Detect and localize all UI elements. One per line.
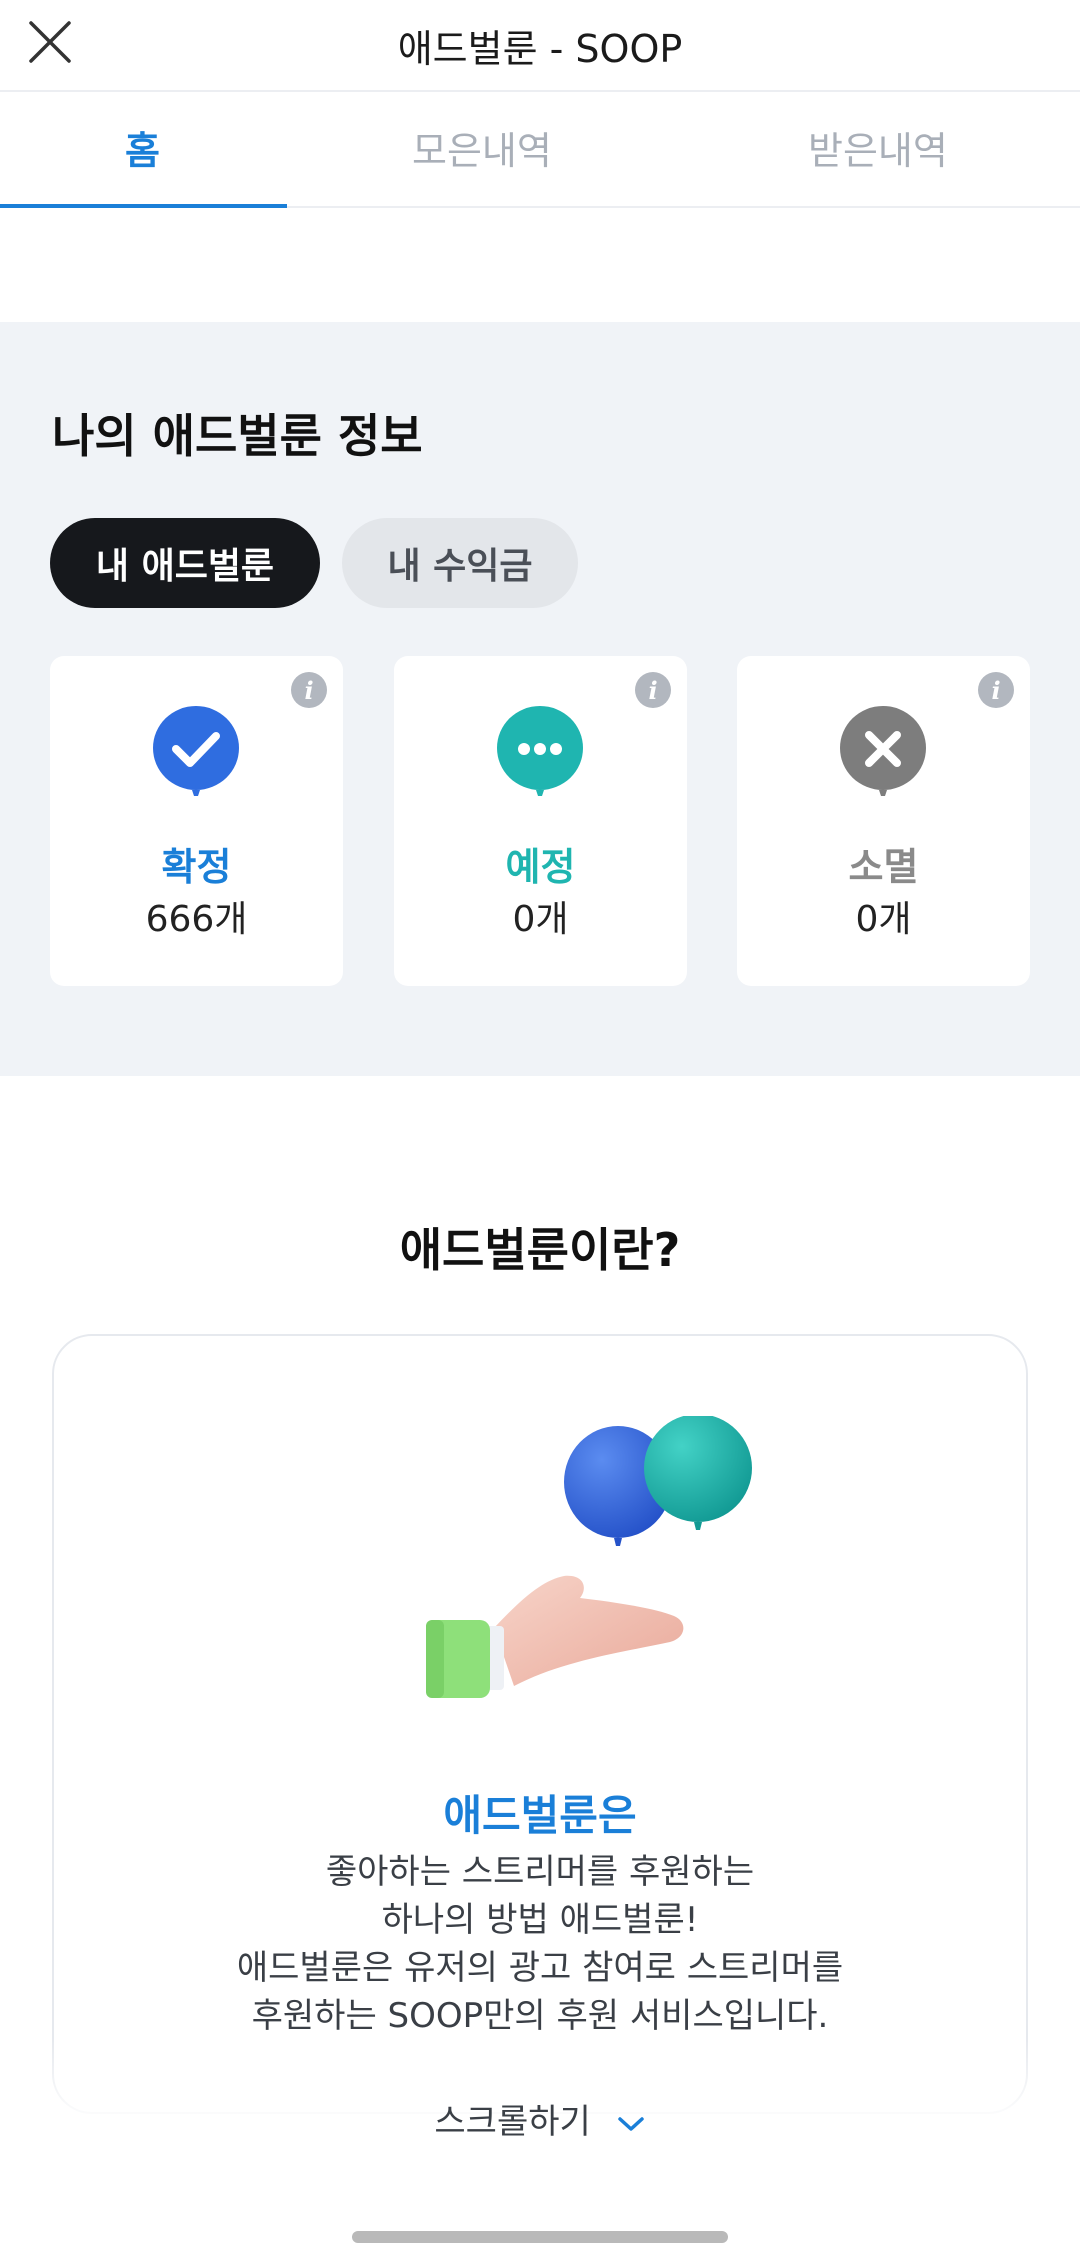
chevron-down-icon — [617, 2116, 644, 2131]
status-label: 예정 — [505, 845, 576, 889]
section-title: 나의 애드벌룬 정보 — [52, 409, 423, 463]
about-heading: 애드벌룬은 — [443, 1791, 637, 1840]
tab-collected[interactable]: 모은내역 — [412, 120, 552, 175]
about-title: 애드벌룬이란? — [399, 1223, 681, 1277]
status-card-expired: i 소멸 0개 — [737, 656, 1030, 986]
status-label: 소멸 — [848, 845, 919, 889]
active-tab-indicator — [0, 204, 287, 208]
status-count: 0개 — [855, 899, 912, 940]
header-bar: 애드벌룬 - SOOP — [0, 0, 1080, 92]
page-title: 애드벌룬 - SOOP — [397, 27, 683, 71]
about-line: 좋아하는 스트리머를 후원하는 — [325, 1852, 755, 1892]
tab-bar: 홈 모은내역 받은내역 — [0, 92, 1080, 208]
my-balloon-info-section: 나의 애드벌룬 정보 내 애드벌룬 내 수익금 i 확정 666개 i 예정 0… — [0, 322, 1080, 1076]
hand-balloons-icon — [426, 1416, 752, 1698]
x-balloon-icon — [840, 706, 926, 796]
about-line: 하나의 방법 애드벌룬! — [381, 1900, 699, 1940]
bottom-fade — [0, 2040, 1080, 2258]
info-icon[interactable]: i — [291, 672, 327, 708]
toggle-my-balloon[interactable]: 내 애드벌룬 — [50, 518, 320, 608]
scroll-hint-label: 스크롤하기 — [434, 2102, 591, 2142]
status-card-confirmed: i 확정 666개 — [50, 656, 343, 986]
status-count: 666개 — [145, 899, 248, 940]
tab-home[interactable]: 홈 — [125, 120, 160, 175]
status-label: 확정 — [161, 845, 232, 889]
home-indicator[interactable] — [352, 2231, 728, 2243]
about-line: 후원하는 SOOP만의 후원 서비스입니다. — [251, 1996, 829, 2036]
scroll-hint-button[interactable]: 스크롤하기 — [0, 2094, 1080, 2143]
status-card-pending: i 예정 0개 — [394, 656, 687, 986]
check-balloon-icon — [153, 706, 239, 796]
info-icon[interactable]: i — [978, 672, 1014, 708]
toggle-my-revenue[interactable]: 내 수익금 — [342, 518, 578, 608]
status-count: 0개 — [512, 899, 569, 940]
about-card: 애드벌룬은 좋아하는 스트리머를 후원하는 하나의 방법 애드벌룬! 애드벌룬은… — [52, 1334, 1028, 2114]
tab-received[interactable]: 받은내역 — [808, 120, 948, 175]
dots-balloon-icon — [497, 706, 583, 796]
info-icon[interactable]: i — [635, 672, 671, 708]
about-line: 애드벌룬은 유저의 광고 참여로 스트리머를 — [236, 1948, 844, 1988]
